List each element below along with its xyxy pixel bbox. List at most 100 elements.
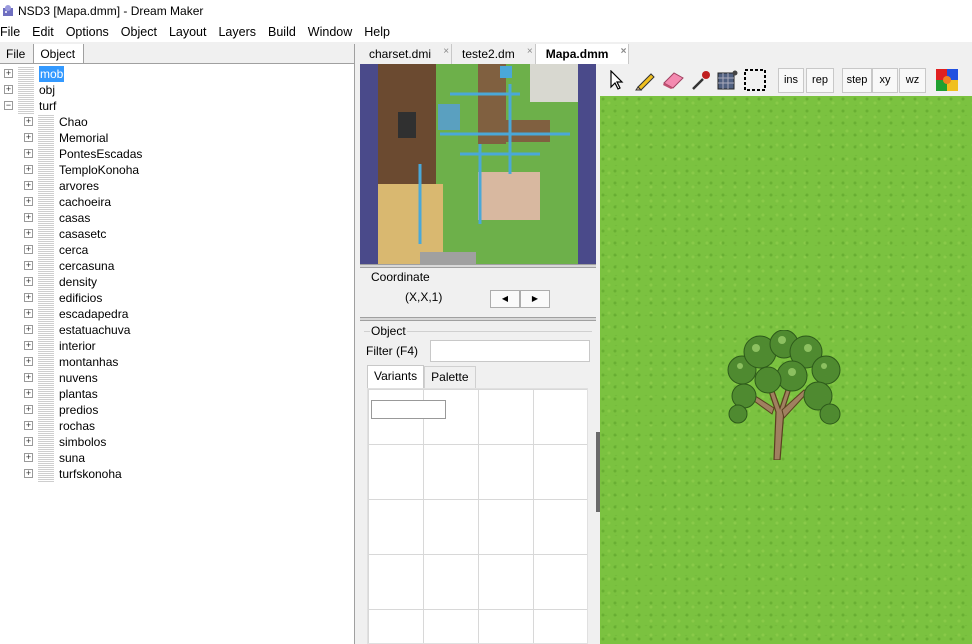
tree-item[interactable]: + PontesEscadas (0, 146, 354, 162)
type-icon (38, 450, 54, 466)
tab-file[interactable]: File (0, 44, 35, 63)
tree-item[interactable]: + rochas (0, 418, 354, 434)
tree-item[interactable]: + simbolos (0, 434, 354, 450)
tree-item-label: TemploKonoha (59, 163, 140, 177)
tree-item-turf[interactable]: − turf (0, 98, 354, 114)
tree-item[interactable]: + turfskonoha (0, 466, 354, 482)
expand-icon[interactable]: + (24, 261, 33, 270)
tree-item[interactable]: + plantas (0, 386, 354, 402)
expand-icon[interactable]: + (24, 421, 33, 430)
tab-object[interactable]: Object (34, 44, 85, 63)
menu-object[interactable]: Object (115, 22, 163, 43)
tree-item[interactable]: + Memorial (0, 130, 354, 146)
type-icon (38, 338, 54, 354)
menu-window[interactable]: Window (302, 22, 358, 43)
expand-icon[interactable]: + (24, 389, 33, 398)
expand-icon[interactable]: + (24, 277, 33, 286)
variant-name-field[interactable] (371, 400, 446, 419)
tab-teste2-dm[interactable]: teste2.dm × (452, 44, 536, 64)
tree-item[interactable]: + Chao (0, 114, 354, 130)
grid-fill-icon[interactable] (714, 67, 740, 93)
menu-layout[interactable]: Layout (163, 22, 213, 43)
tab-label: charset.dmi (369, 47, 432, 61)
expand-icon[interactable]: + (24, 453, 33, 462)
object-panel: Object Filter (F4) Variants Palette (360, 322, 596, 644)
tree-item[interactable]: + density (0, 274, 354, 290)
puzzle-icon[interactable] (934, 67, 960, 93)
close-icon[interactable]: × (527, 42, 533, 62)
select-rect-icon[interactable] (742, 67, 768, 93)
tab-mapa-dmm[interactable]: Mapa.dmm × (535, 42, 630, 64)
expand-icon[interactable]: + (24, 197, 33, 206)
menu-build[interactable]: Build (262, 22, 302, 43)
tree-item-obj[interactable]: + obj (0, 82, 354, 98)
tree-item-label: cercasuna (59, 259, 115, 273)
tree-item[interactable]: + edificios (0, 290, 354, 306)
expand-icon[interactable]: + (24, 341, 33, 350)
expand-icon[interactable]: + (24, 357, 33, 366)
splitter[interactable] (360, 317, 596, 321)
tab-charset-dmi[interactable]: charset.dmi × (359, 42, 453, 64)
type-icon (38, 434, 54, 450)
expand-icon[interactable]: + (24, 149, 33, 158)
filter-input[interactable] (430, 340, 590, 362)
minimap[interactable] (360, 64, 596, 264)
eraser-icon[interactable] (660, 67, 686, 93)
expand-icon[interactable]: + (4, 85, 13, 94)
tree-item[interactable]: + casas (0, 210, 354, 226)
tree-item-label: plantas (59, 387, 98, 401)
pencil-icon[interactable] (632, 67, 658, 93)
tree-item[interactable]: + escadapedra (0, 306, 354, 322)
tree-item[interactable]: + cerca (0, 242, 354, 258)
menu-layers[interactable]: Layers (212, 22, 262, 43)
type-icon (18, 98, 34, 114)
close-icon[interactable]: × (621, 42, 627, 62)
expand-icon[interactable]: + (24, 373, 33, 382)
expand-icon[interactable]: + (24, 165, 33, 174)
expand-icon[interactable]: + (24, 245, 33, 254)
expand-icon[interactable]: + (24, 133, 33, 142)
tree-item[interactable]: + casasetc (0, 226, 354, 242)
menu-file[interactable]: File (0, 22, 26, 43)
tree-item[interactable]: + cercasuna (0, 258, 354, 274)
menu-edit[interactable]: Edit (26, 22, 60, 43)
expand-icon[interactable]: + (24, 293, 33, 302)
collapse-icon[interactable]: − (4, 101, 13, 110)
tree-item[interactable]: + estatuachuva (0, 322, 354, 338)
tree-item[interactable]: + montanhas (0, 354, 354, 370)
expand-icon[interactable]: + (24, 309, 33, 318)
tree-item[interactable]: + arvores (0, 178, 354, 194)
expand-icon[interactable]: + (24, 325, 33, 334)
expand-icon[interactable]: + (24, 405, 33, 414)
cursor-icon[interactable] (604, 67, 630, 93)
expand-icon[interactable]: + (24, 469, 33, 478)
tree-item[interactable]: + predios (0, 402, 354, 418)
variants-grid[interactable] (367, 388, 588, 644)
wz-button[interactable]: wz (899, 68, 926, 93)
tree-item-label: obj (39, 83, 56, 97)
expand-icon[interactable]: + (24, 213, 33, 222)
xy-button[interactable]: xy (872, 68, 898, 93)
replace-mode-button[interactable]: rep (806, 68, 834, 93)
eyedropper-icon[interactable] (688, 67, 714, 93)
expand-icon[interactable]: + (24, 229, 33, 238)
tree-item[interactable]: + nuvens (0, 370, 354, 386)
tree-item-mob[interactable]: + mob (0, 66, 354, 82)
tab-variants[interactable]: Variants (367, 365, 425, 388)
step-button[interactable]: step (842, 68, 872, 93)
prev-level-button[interactable]: ◀ (490, 290, 520, 308)
insert-mode-button[interactable]: ins (778, 68, 804, 93)
tree-item[interactable]: + TemploKonoha (0, 162, 354, 178)
next-level-button[interactable]: ▶ (520, 290, 550, 308)
menu-help[interactable]: Help (358, 22, 396, 43)
expand-icon[interactable]: + (24, 437, 33, 446)
tree-item[interactable]: + cachoeira (0, 194, 354, 210)
tab-palette[interactable]: Palette (424, 366, 476, 388)
tree-item[interactable]: + suna (0, 450, 354, 466)
menu-options[interactable]: Options (60, 22, 115, 43)
close-icon[interactable]: × (443, 42, 449, 62)
expand-icon[interactable]: + (4, 69, 13, 78)
tree-item[interactable]: + interior (0, 338, 354, 354)
expand-icon[interactable]: + (24, 181, 33, 190)
expand-icon[interactable]: + (24, 117, 33, 126)
